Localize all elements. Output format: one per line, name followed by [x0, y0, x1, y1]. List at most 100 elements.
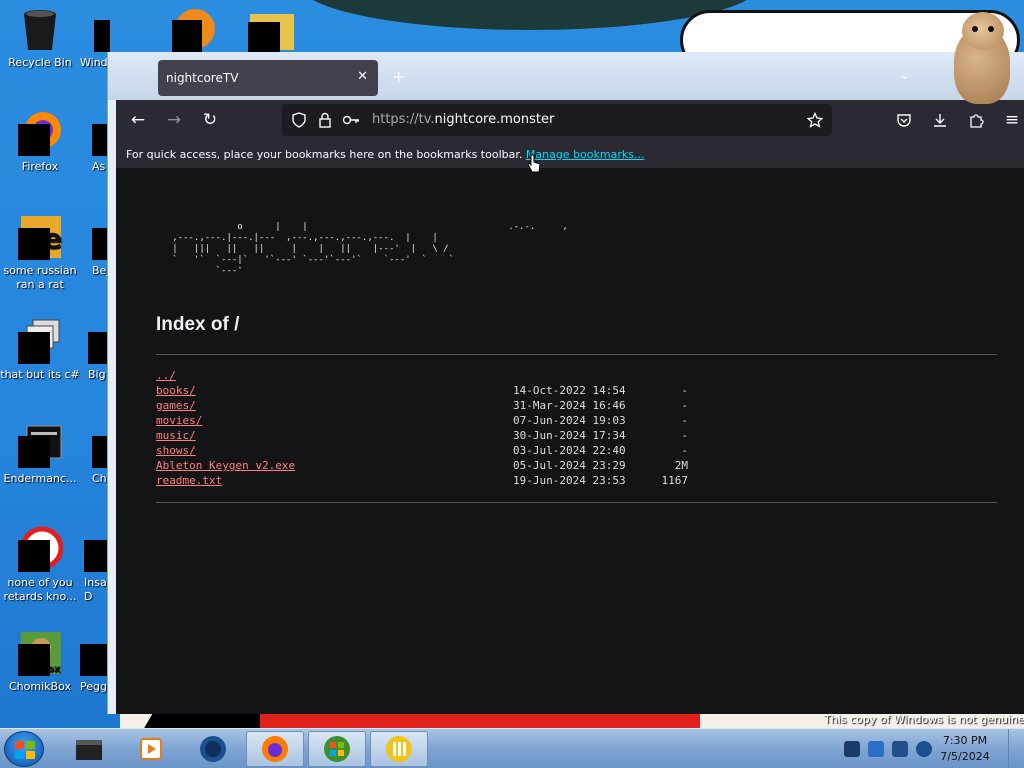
entry-date: 07-Jun-2024 19:03: [513, 414, 626, 427]
media-player-icon: [140, 738, 162, 760]
entry-link-ableton-keygen[interactable]: Ableton Keygen v2.exe: [156, 459, 295, 472]
wallpaper-hamster: [948, 8, 1018, 108]
listing-row: music/ 30-Jun-2024 17:34 -: [156, 429, 716, 444]
desktop-icon-firefox[interactable]: Firefox: [0, 110, 80, 174]
extensions-icon[interactable]: [964, 108, 988, 132]
desktop-icon-label: Pegg: [80, 680, 107, 693]
document-icon: e: [17, 214, 63, 260]
browser-window: nightcoreTV ✕ + ⌄ ← → ↻ https://tv.night…: [107, 52, 1024, 714]
show-desktop-button[interactable]: [1008, 729, 1024, 768]
shield-icon[interactable]: [288, 109, 310, 131]
genuine-watermark: This copy of Windows is not genuine: [824, 713, 1024, 726]
windows-orb-icon: [324, 736, 350, 762]
entry-link-games[interactable]: games/: [156, 399, 196, 412]
url-scheme: https://tv.: [372, 112, 435, 127]
entry-size: 2M: [674, 459, 688, 472]
entry-link-shows[interactable]: shows/: [156, 444, 196, 457]
tab-nightcoretv[interactable]: nightcoreTV ✕: [158, 60, 378, 96]
globe-icon: [200, 736, 226, 762]
desktop-icon-col2-1[interactable]: Wind: [80, 20, 110, 70]
forward-icon[interactable]: →: [162, 108, 186, 132]
desktop-icon-some-russian[interactable]: e some russian ran a rat: [0, 214, 80, 292]
desktop-icon-label: none of you retards kno...: [3, 576, 77, 603]
downloads-icon[interactable]: [928, 108, 952, 132]
desktop-icon-chomikbox[interactable]: ox ChomikBox: [0, 630, 80, 694]
terminal-icon: [17, 422, 63, 468]
entry-size: 1167: [661, 474, 689, 487]
listing-row: Ableton Keygen v2.exe 05-Jul-2024 23:29 …: [156, 459, 716, 474]
taskbar-app-2[interactable]: [122, 731, 180, 767]
entry-link-readme[interactable]: readme.txt: [156, 474, 222, 487]
desktop-icon-label: Endermanc...: [3, 472, 77, 485]
desktop-icon-none-of-you[interactable]: none of you retards kno...: [0, 526, 80, 604]
entry-date: 31-Mar-2024 16:46: [513, 399, 626, 412]
listing-row: games/ 31-Mar-2024 16:46 -: [156, 399, 716, 414]
desktop-icon-top-2[interactable]: [248, 8, 296, 52]
key-icon[interactable]: [340, 109, 362, 131]
page-title: Index of /: [156, 314, 240, 335]
start-button[interactable]: [4, 731, 44, 767]
desktop-icon-label: Wind: [80, 56, 108, 69]
ascii-logo: o | | .-.-. , ,---.,---.|---.|--- ,---.,…: [172, 222, 568, 276]
clock-date: 7/5/2024: [940, 750, 990, 763]
chomikbox-icon: ox: [17, 630, 63, 676]
taskbar-app-3[interactable]: [184, 731, 242, 767]
entry-size: -: [681, 429, 688, 442]
desktop-icon-label: ChomikBox: [9, 680, 71, 693]
taskbar-firefox[interactable]: [246, 731, 304, 767]
hand-cursor-icon: [527, 154, 541, 173]
directory-listing: ../ books/ 14-Oct-2022 14:54 - games/ 31…: [156, 369, 716, 489]
entry-link-books[interactable]: books/: [156, 384, 196, 397]
back-icon[interactable]: ←: [126, 108, 150, 132]
tab-strip: nightcoreTV ✕ + ⌄: [108, 52, 1024, 100]
desktop-icon-label: that but its c#: [0, 368, 80, 381]
entry-date: 14-Oct-2022 14:54: [513, 384, 626, 397]
reload-icon[interactable]: ↻: [198, 108, 222, 132]
bookmarks-toolbar: For quick access, place your bookmarks h…: [116, 140, 1024, 168]
url-text: https://tv.nightcore.monster: [372, 112, 554, 127]
entry-size: -: [681, 399, 688, 412]
desktop-icon-label: Recycle Bin: [8, 56, 72, 69]
close-icon[interactable]: ✕: [357, 69, 368, 84]
lock-icon[interactable]: [314, 109, 336, 131]
listing-row: ../: [156, 369, 716, 384]
new-tab-icon[interactable]: +: [392, 67, 405, 86]
menu-icon[interactable]: ≡: [1000, 108, 1024, 132]
entry-size: -: [681, 414, 688, 427]
taskbar-app-5[interactable]: [308, 731, 366, 767]
url-bar[interactable]: https://tv.nightcore.monster: [282, 104, 832, 136]
taskbar-clock[interactable]: 7:30 PM 7/5/2024: [930, 733, 1000, 765]
desktop-icon-endermanc[interactable]: Endermanc...: [0, 422, 80, 486]
manage-bookmarks-link[interactable]: Manage bookmarks...: [526, 148, 645, 161]
taskbar-app-6[interactable]: [370, 731, 428, 767]
listing-row: readme.txt 19-Jun-2024 23:53 1167: [156, 474, 716, 489]
desktop-icon-that-but-its-c[interactable]: that but its c#: [0, 318, 80, 382]
folder-icon: [248, 14, 294, 52]
tray-network-icon[interactable]: [868, 741, 884, 757]
listing-row: movies/ 07-Jun-2024 19:03 -: [156, 414, 716, 429]
entry-date: 03-Jul-2024 22:40: [513, 444, 626, 457]
pocket-icon[interactable]: [892, 108, 916, 132]
red-circle-icon: [17, 526, 64, 572]
entry-date: 30-Jun-2024 17:34: [513, 429, 626, 442]
tray-flag-icon[interactable]: [844, 741, 860, 757]
page-content: o | | .-.-. , ,---.,---.|---.|--- ,---.,…: [116, 168, 1024, 714]
desktop-icon-col2-7[interactable]: Pegg: [80, 644, 110, 694]
entry-link-music[interactable]: music/: [156, 429, 196, 442]
list-tabs-icon[interactable]: ⌄: [900, 68, 910, 82]
entry-link-parent[interactable]: ../: [156, 369, 176, 382]
orange-circle-icon: [172, 9, 215, 52]
dark-box-icon: [76, 740, 102, 760]
taskbar-app-1[interactable]: [60, 731, 118, 767]
desktop-icon-recycle-bin[interactable]: Recycle Bin: [0, 6, 80, 70]
taskbar: 7:30 PM 7/5/2024: [0, 728, 1024, 768]
wallpaper-red-stripe: [260, 712, 700, 728]
tray-monitor-icon[interactable]: [892, 741, 908, 757]
yellow-app-icon: [386, 736, 412, 762]
bookmarks-hint: For quick access, place your bookmarks h…: [126, 148, 523, 161]
entry-link-movies[interactable]: movies/: [156, 414, 202, 427]
bookmark-star-icon[interactable]: [804, 109, 826, 131]
desktop-icon-top-1[interactable]: [172, 6, 218, 52]
recycle-bin-icon: [17, 6, 63, 52]
desktop-icon-label: some russian ran a rat: [3, 264, 77, 291]
